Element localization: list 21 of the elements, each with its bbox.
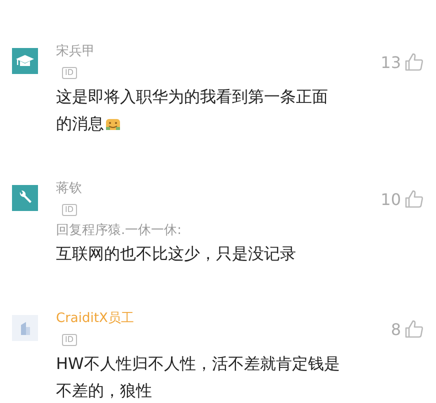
like-button[interactable]: 8 (390, 317, 424, 341)
author-name[interactable]: 宋兵甲 (56, 44, 381, 60)
comment-text: 互联网的也不比这少，只是没记录 (56, 243, 296, 265)
author-name[interactable]: CraiditX员工 (56, 311, 391, 327)
thumbs-up-icon (404, 189, 424, 209)
reply-prefix: 回复程序猿.一休一休: (56, 222, 183, 240)
like-button[interactable]: 13 (380, 50, 424, 74)
avatar[interactable] (12, 315, 38, 341)
comment-text: HW不人性归不人性，活不差就肯定钱是 (56, 353, 340, 375)
id-tag: ID (62, 204, 77, 216)
author-name[interactable]: 蒋钦 (56, 181, 381, 197)
like-button[interactable]: 10 (380, 187, 424, 211)
avatar[interactable] (12, 48, 38, 74)
thumbs-up-icon (404, 319, 424, 339)
comment-text: 这是即将入职华为的我看到第一条正面 (56, 86, 328, 108)
avatar[interactable] (12, 185, 38, 211)
comment-text: 的消息 (56, 113, 104, 135)
comment-text: 不差的，狼性 (56, 380, 152, 402)
thumbs-up-icon (404, 52, 424, 72)
id-tag: ID (62, 334, 77, 346)
id-tag: ID (62, 67, 77, 79)
